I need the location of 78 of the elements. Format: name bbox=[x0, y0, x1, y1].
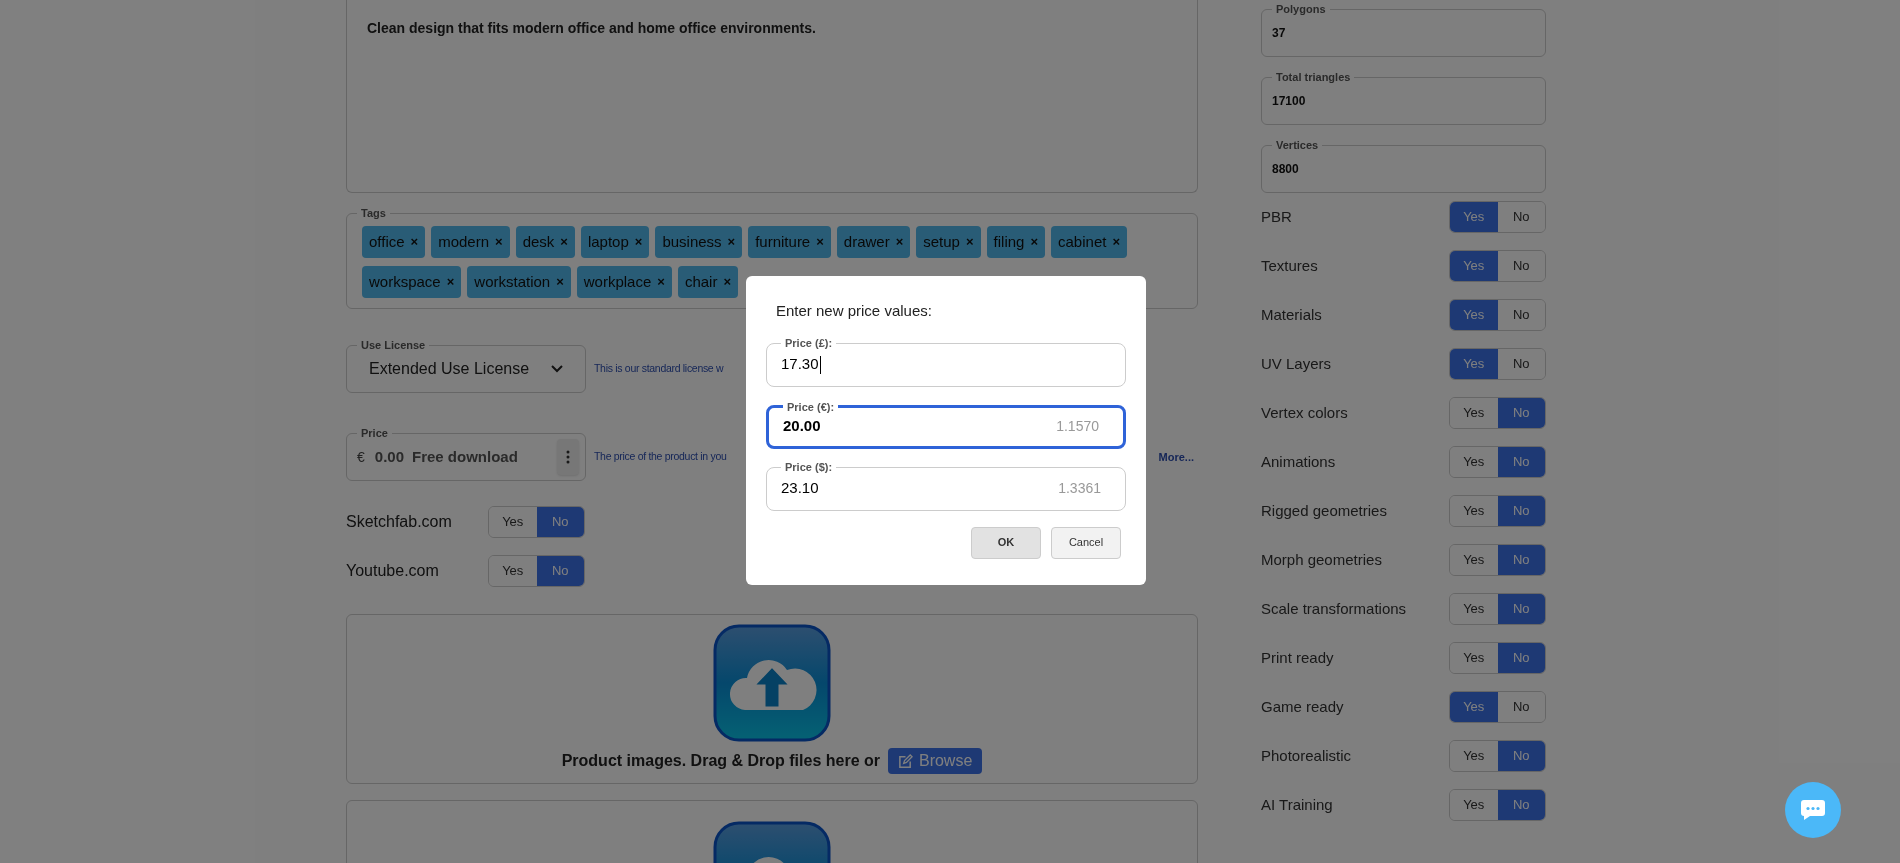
description-text: Clean design that fits modern office and home office environments. bbox=[367, 20, 816, 36]
feature-label: Animations bbox=[1261, 451, 1336, 472]
chevron-down-icon bbox=[551, 365, 563, 373]
tag-chip[interactable]: office × bbox=[362, 226, 426, 258]
feature-label: Print ready bbox=[1261, 647, 1334, 668]
feature-label: Scale transformations bbox=[1261, 598, 1407, 619]
browse-button[interactable]: Browse bbox=[887, 748, 983, 774]
tag-chip[interactable]: workstation × bbox=[467, 266, 571, 298]
chat-button[interactable] bbox=[1785, 782, 1841, 838]
stat-value: 37 bbox=[1272, 25, 1286, 42]
description-field[interactable]: Clean design that fits modern office and home office environments. bbox=[346, 0, 1198, 193]
speech-bubble-icon bbox=[1800, 799, 1826, 821]
stat-label: Vertices bbox=[1272, 138, 1323, 152]
exchange-rate: 1.3361 bbox=[1058, 479, 1102, 498]
tag-chip[interactable]: workplace × bbox=[576, 266, 672, 298]
feature-label: Materials bbox=[1261, 304, 1322, 325]
tags-label: Tags bbox=[357, 206, 390, 220]
vertical-dots-icon bbox=[566, 450, 570, 464]
tag-chip[interactable]: business × bbox=[655, 226, 743, 258]
stat-value: 17100 bbox=[1272, 93, 1306, 110]
price-hint: The price of the product in you bbox=[594, 449, 727, 465]
stat-label: Polygons bbox=[1272, 2, 1330, 16]
image-upload-area[interactable]: Product images. Drag & Drop files here or Browse bbox=[346, 614, 1198, 784]
feature-label: UV Layers bbox=[1261, 353, 1332, 374]
no-option[interactable]: No bbox=[1497, 741, 1545, 771]
platform-label: Sketchfab.com bbox=[346, 512, 453, 532]
edit-icon bbox=[897, 753, 913, 769]
tag-chip[interactable]: modern × bbox=[431, 226, 510, 258]
tag-chip[interactable]: chair × bbox=[677, 266, 738, 298]
platform-label: Youtube.com bbox=[346, 561, 440, 581]
price-note: Free download bbox=[412, 446, 518, 467]
no-option[interactable]: No bbox=[1497, 594, 1545, 624]
tag-chip[interactable]: setup × bbox=[916, 226, 981, 258]
tag-chip[interactable]: drawer × bbox=[836, 226, 911, 258]
no-option[interactable]: No bbox=[1497, 496, 1545, 526]
currency-symbol: € bbox=[357, 447, 365, 467]
input-value: 23.10 bbox=[781, 478, 819, 499]
feature-label: Rigged geometries bbox=[1261, 500, 1387, 521]
tag-chip[interactable]: filing × bbox=[986, 226, 1045, 258]
cancel-button[interactable]: Cancel bbox=[1051, 526, 1121, 559]
tag-chip[interactable]: cabinet × bbox=[1051, 226, 1127, 258]
no-option[interactable]: No bbox=[1497, 398, 1545, 428]
no-option[interactable]: No bbox=[536, 507, 584, 537]
input-value: 20.00 bbox=[783, 416, 821, 437]
tag-chip[interactable]: laptop × bbox=[580, 226, 650, 258]
stat-label: Total triangles bbox=[1272, 70, 1355, 84]
yes-option[interactable]: Yes bbox=[1450, 202, 1498, 232]
price-label: Price bbox=[357, 426, 392, 440]
no-option[interactable]: No bbox=[1497, 545, 1545, 575]
stat-value: 8800 bbox=[1272, 161, 1299, 178]
feature-label: PBR bbox=[1261, 206, 1292, 227]
feature-label: AI Training bbox=[1261, 794, 1333, 815]
no-option[interactable]: No bbox=[536, 556, 584, 586]
feature-label: Textures bbox=[1261, 255, 1318, 276]
price-amount: 0.00 bbox=[374, 446, 404, 467]
tag-chip[interactable]: furniture × bbox=[748, 226, 831, 258]
yes-option[interactable]: Yes bbox=[1450, 251, 1498, 281]
yes-option[interactable]: Yes bbox=[1450, 692, 1498, 722]
more-options-button[interactable] bbox=[557, 439, 579, 475]
yes-option[interactable]: Yes bbox=[1450, 300, 1498, 330]
feature-label: Game ready bbox=[1261, 696, 1344, 717]
tag-chip[interactable]: workspace × bbox=[362, 266, 462, 298]
no-option[interactable]: No bbox=[1497, 643, 1545, 673]
exchange-rate: 1.1570 bbox=[1056, 417, 1100, 436]
cloud-upload-icon bbox=[713, 624, 831, 742]
yes-option[interactable]: Yes bbox=[1450, 349, 1498, 379]
ok-button[interactable]: OK bbox=[971, 526, 1041, 559]
input-value: 17.30 bbox=[781, 354, 819, 375]
no-option[interactable]: No bbox=[1497, 790, 1545, 820]
upload-instructions: Product images. Drag & Drop files here or bbox=[561, 751, 880, 771]
feature-label: Photorealistic bbox=[1261, 745, 1352, 766]
feature-label: Vertex colors bbox=[1261, 402, 1348, 423]
feature-label: Morph geometries bbox=[1261, 549, 1382, 570]
tag-chip[interactable]: desk × bbox=[515, 226, 575, 258]
no-option[interactable]: No bbox=[1497, 447, 1545, 477]
license-hint: This is our standard license w bbox=[594, 361, 724, 377]
license-label: Use License bbox=[357, 338, 430, 352]
more-link[interactable]: More... bbox=[1158, 448, 1194, 466]
